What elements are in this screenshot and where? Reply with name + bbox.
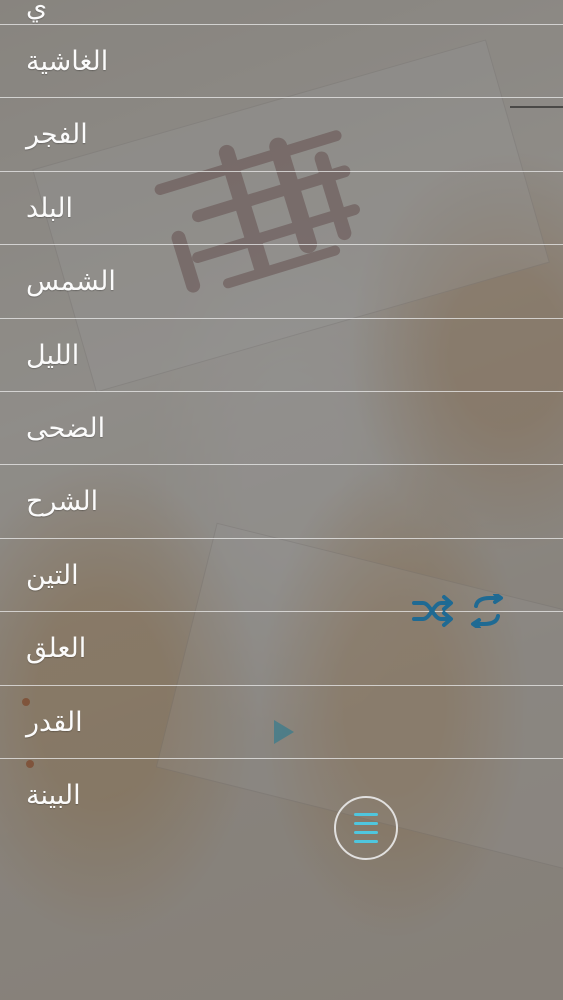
list-item[interactable]: البينة xyxy=(0,758,563,832)
surah-label: التين xyxy=(26,560,79,591)
list-item[interactable]: الليل xyxy=(0,318,563,392)
surah-label: الشمس xyxy=(26,266,116,297)
shuffle-icon[interactable] xyxy=(410,594,454,628)
menu-icon[interactable] xyxy=(334,796,398,860)
surah-label: البلد xyxy=(26,193,73,224)
surah-label: الليل xyxy=(26,340,80,371)
list-item[interactable]: الضحى xyxy=(0,391,563,465)
surah-label: الفجر xyxy=(26,119,88,150)
repeat-icon[interactable] xyxy=(466,594,508,628)
menu-lines-icon xyxy=(354,813,378,843)
surah-label: الغاشية xyxy=(26,46,109,77)
list-item[interactable]: الفجر xyxy=(0,97,563,171)
surah-label: الضحى xyxy=(26,413,106,444)
surah-menu: ي الغاشية الفجر البلد الشمس الليل الضحى … xyxy=(0,0,563,1000)
list-item[interactable]: القدر xyxy=(0,685,563,759)
surah-label: ي xyxy=(26,0,48,23)
surah-label: العلق xyxy=(26,633,87,664)
list-item[interactable]: الشمس xyxy=(0,244,563,318)
surah-label: الشرح xyxy=(26,486,99,517)
surah-label: القدر xyxy=(26,707,83,738)
list-item[interactable]: الغاشية xyxy=(0,24,563,98)
surah-label: البينة xyxy=(26,780,81,811)
list-item[interactable]: الشرح xyxy=(0,464,563,538)
list-item[interactable]: البلد xyxy=(0,171,563,245)
